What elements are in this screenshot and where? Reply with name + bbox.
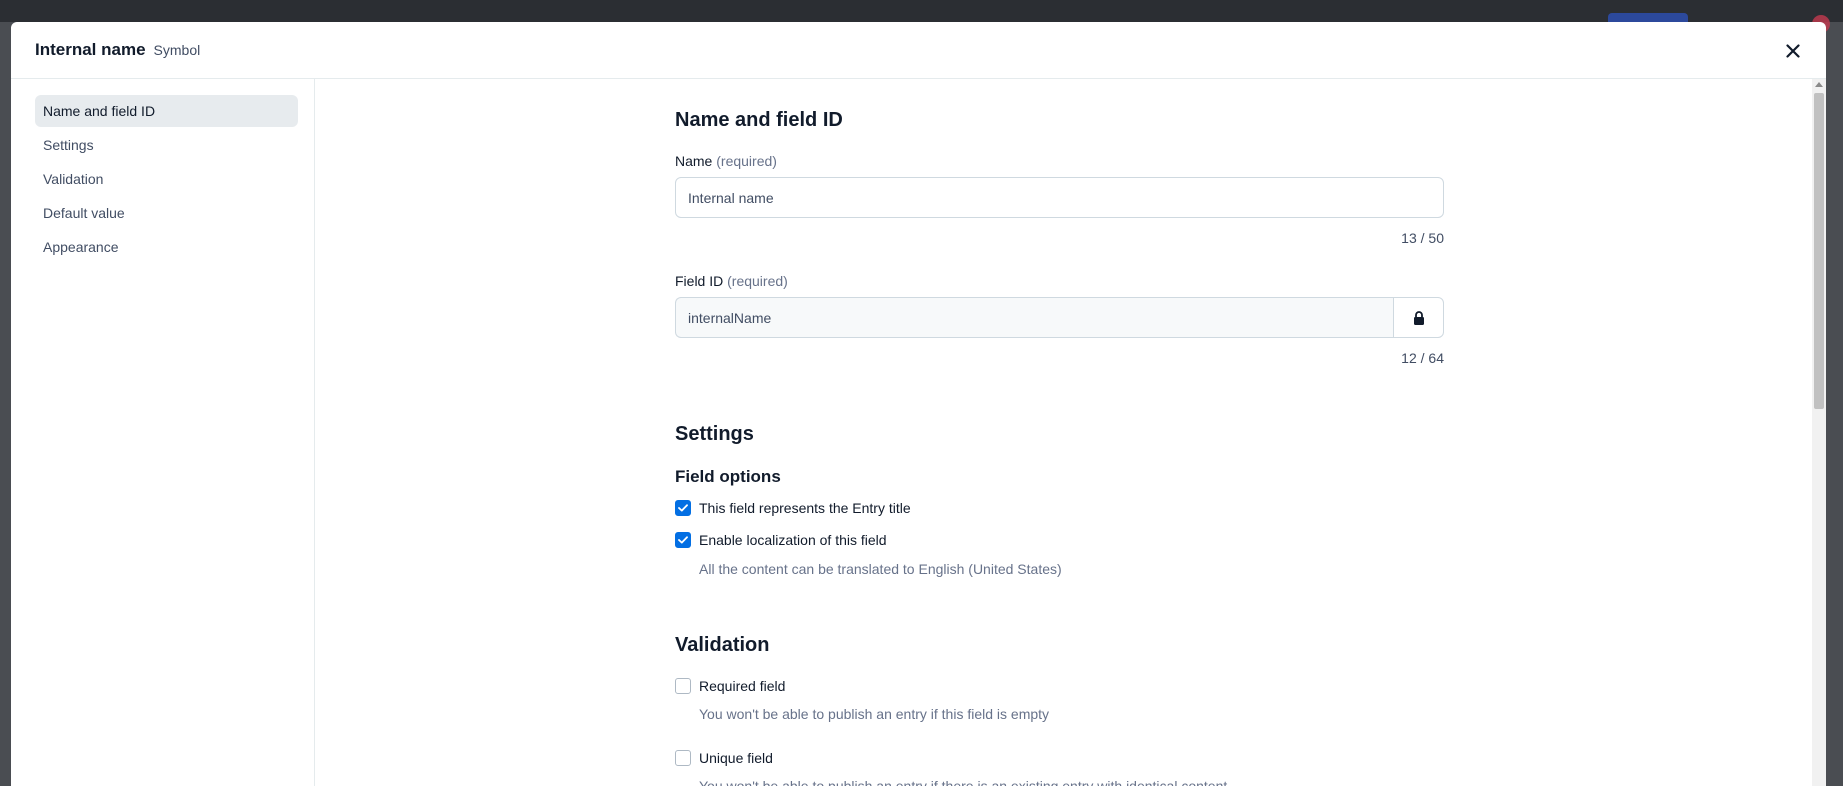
unique-field-label[interactable]: Unique field [699,750,773,766]
name-input[interactable]: Internal name [675,177,1444,218]
name-label-text: Name [675,153,713,169]
field-id-label: Field ID (required) [675,273,788,289]
required-field-option: Required field [675,678,785,694]
section-heading-name: Name and field ID [675,109,843,131]
unlock-field-id-button[interactable] [1393,297,1444,338]
sidebar-item-validation[interactable]: Validation [35,163,298,195]
sidebar-item-default-value[interactable]: Default value [35,197,298,229]
check-icon [678,536,688,544]
field-id-input-value: internalName [688,309,772,326]
section-heading-validation: Validation [675,634,770,656]
localization-help-text: All the content can be translated to Eng… [699,561,1062,577]
modal-subtitle: Symbol [153,42,201,58]
unique-field-option: Unique field [675,750,773,766]
check-icon [678,504,688,512]
field-id-required-text: (required) [727,273,788,289]
sidebar-item-label: Appearance [43,239,119,255]
entry-title-option: This field represents the Entry title [675,500,911,516]
field-settings-modal: Internal name Symbol Name and field ID S… [11,22,1826,786]
name-required-text: (required) [716,153,777,169]
name-label: Name (required) [675,153,777,169]
content-scrollbar[interactable] [1812,79,1826,786]
sidebar-item-label: Default value [43,205,125,221]
name-char-counter: 13 / 50 [1401,230,1444,246]
entry-title-checkbox[interactable] [675,500,691,516]
sidebar-item-settings[interactable]: Settings [35,129,298,161]
required-field-help-text: You won't be able to publish an entry if… [699,706,1050,722]
entry-title-label[interactable]: This field represents the Entry title [699,500,911,516]
unique-field-help-text: You won't be able to publish an entry if… [699,778,1228,786]
required-field-checkbox[interactable] [675,678,691,694]
close-icon [1786,44,1800,58]
localization-option: Enable localization of this field [675,532,887,548]
lock-icon [1413,310,1424,325]
sidebar-item-label: Name and field ID [43,103,156,119]
sidebar-item-name-and-field-id[interactable]: Name and field ID [35,95,298,127]
field-id-input-group: internalName [675,297,1444,338]
required-field-label[interactable]: Required field [699,678,785,694]
modal-title: Internal name [35,40,146,59]
localization-label[interactable]: Enable localization of this field [699,532,887,548]
scrollbar-thumb[interactable] [1814,93,1824,409]
scroll-up-arrow-icon[interactable] [1815,82,1823,87]
sidebar-item-appearance[interactable]: Appearance [35,231,298,263]
localization-checkbox[interactable] [675,532,691,548]
close-button[interactable] [1778,36,1808,66]
name-input-value: Internal name [688,189,774,206]
field-id-label-text: Field ID [675,273,724,289]
field-id-input[interactable]: internalName [675,297,1393,338]
sidebar-item-label: Validation [43,171,104,187]
field-options-heading: Field options [675,467,781,486]
sidebar-item-label: Settings [43,137,94,153]
modal-content: Name and field ID Name (required) Intern… [315,79,1826,786]
modal-header: Internal name Symbol [11,22,1826,79]
section-heading-settings: Settings [675,423,754,445]
sidebar-nav: Name and field ID Settings Validation De… [11,79,315,786]
field-id-char-counter: 12 / 64 [1401,350,1444,366]
app-backdrop [0,0,1843,33]
unique-field-checkbox[interactable] [675,750,691,766]
